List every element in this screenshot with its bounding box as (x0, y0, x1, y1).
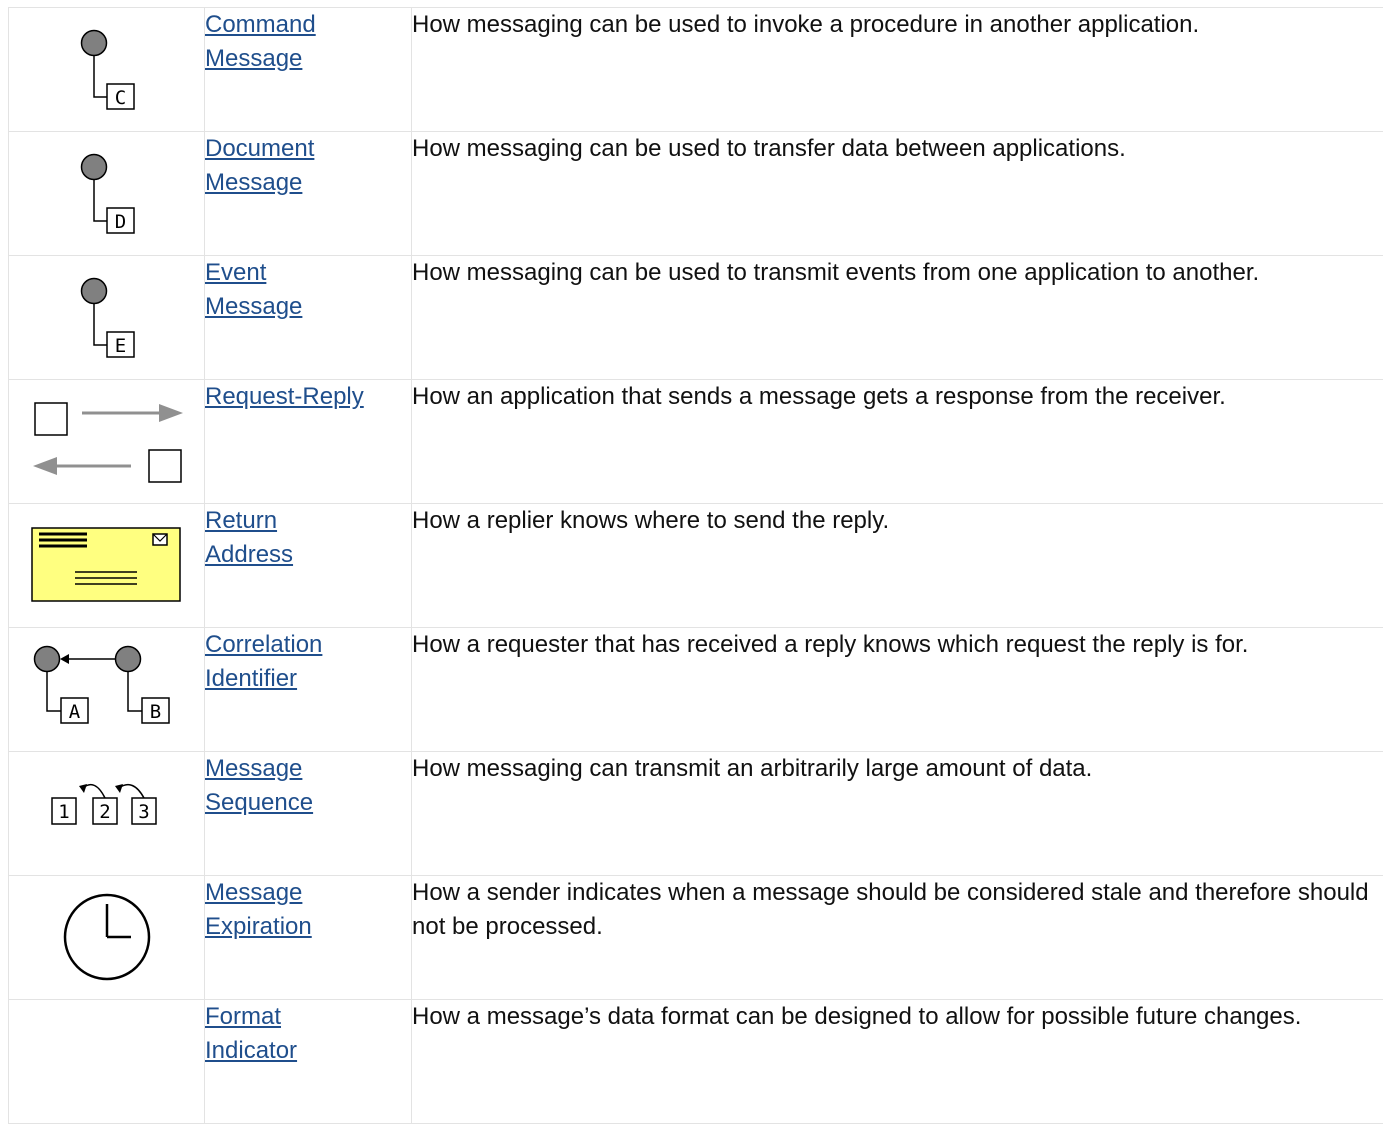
icon-cell (9, 380, 205, 504)
icon-cell: C (9, 8, 205, 132)
description-cell: How messaging can be used to transfer da… (412, 132, 1383, 256)
table-row: C CommandMessage How messaging can be us… (9, 8, 1383, 132)
document-letter: D (115, 211, 126, 233)
message-sequence-icon: 1 2 3 (9, 752, 205, 875)
table-row: A B CorrelationIdentifier How a requeste… (9, 628, 1383, 752)
correlation-identifier-icon: A B (9, 628, 205, 751)
message-expiration-link[interactable]: MessageExpiration (205, 879, 312, 940)
icon-cell: A B (9, 628, 205, 752)
sequence-number-2: 2 (99, 801, 110, 823)
description-cell: How a sender indicates when a message sh… (412, 876, 1383, 1000)
correlation-identifier-link[interactable]: CorrelationIdentifier (205, 631, 322, 692)
message-sequence-link[interactable]: MessageSequence (205, 755, 313, 816)
description-cell: How messaging can be used to transmit ev… (412, 256, 1383, 380)
icon-cell: E (9, 256, 205, 380)
icon-cell (9, 504, 205, 628)
event-letter: E (115, 335, 126, 357)
name-cell: MessageSequence (205, 752, 412, 876)
correlation-letter-a: A (69, 701, 81, 723)
table-row: E EventMessage How messaging can be used… (9, 256, 1383, 380)
icon-cell (9, 1000, 205, 1124)
name-cell: CommandMessage (205, 8, 412, 132)
table-row: D DocumentMessage How messaging can be u… (9, 132, 1383, 256)
event-message-link[interactable]: EventMessage (205, 259, 302, 320)
name-cell: DocumentMessage (205, 132, 412, 256)
table-row: Request-Reply How an application that se… (9, 380, 1383, 504)
event-message-icon: E (9, 256, 205, 379)
name-cell: ReturnAddress (205, 504, 412, 628)
sequence-number-1: 1 (58, 801, 69, 823)
table-row: FormatIndicator How a message’s data for… (9, 1000, 1383, 1124)
request-reply-icon (9, 380, 205, 503)
return-address-link[interactable]: ReturnAddress (205, 507, 293, 568)
format-indicator-link[interactable]: FormatIndicator (205, 1003, 297, 1064)
name-cell: MessageExpiration (205, 876, 412, 1000)
table-row: 1 2 3 MessageSequence How messaging can … (9, 752, 1383, 876)
document-message-icon: D (9, 132, 205, 255)
description-cell: How an application that sends a message … (412, 380, 1383, 504)
table-row: MessageExpiration How a sender indicates… (9, 876, 1383, 1000)
description-cell: How a replier knows where to send the re… (412, 504, 1383, 628)
description-cell: How messaging can be used to invoke a pr… (412, 8, 1383, 132)
sequence-number-3: 3 (138, 801, 149, 823)
description-cell: How a message’s data format can be desig… (412, 1000, 1383, 1124)
icon-cell (9, 876, 205, 1000)
request-reply-link[interactable]: Request-Reply (205, 383, 364, 410)
command-message-link[interactable]: CommandMessage (205, 11, 316, 72)
description-cell: How a requester that has received a repl… (412, 628, 1383, 752)
table-row: ReturnAddress How a replier knows where … (9, 504, 1383, 628)
correlation-letter-b: B (150, 701, 161, 723)
document-message-link[interactable]: DocumentMessage (205, 135, 314, 196)
icon-cell: 1 2 3 (9, 752, 205, 876)
command-message-icon: C (9, 8, 205, 131)
message-expiration-icon (9, 876, 205, 999)
description-cell: How messaging can transmit an arbitraril… (412, 752, 1383, 876)
name-cell: EventMessage (205, 256, 412, 380)
name-cell: CorrelationIdentifier (205, 628, 412, 752)
name-cell: FormatIndicator (205, 1000, 412, 1124)
command-letter: C (115, 87, 126, 109)
icon-cell: D (9, 132, 205, 256)
return-address-icon (9, 504, 205, 627)
patterns-table: C CommandMessage How messaging can be us… (8, 7, 1383, 1124)
name-cell: Request-Reply (205, 380, 412, 504)
